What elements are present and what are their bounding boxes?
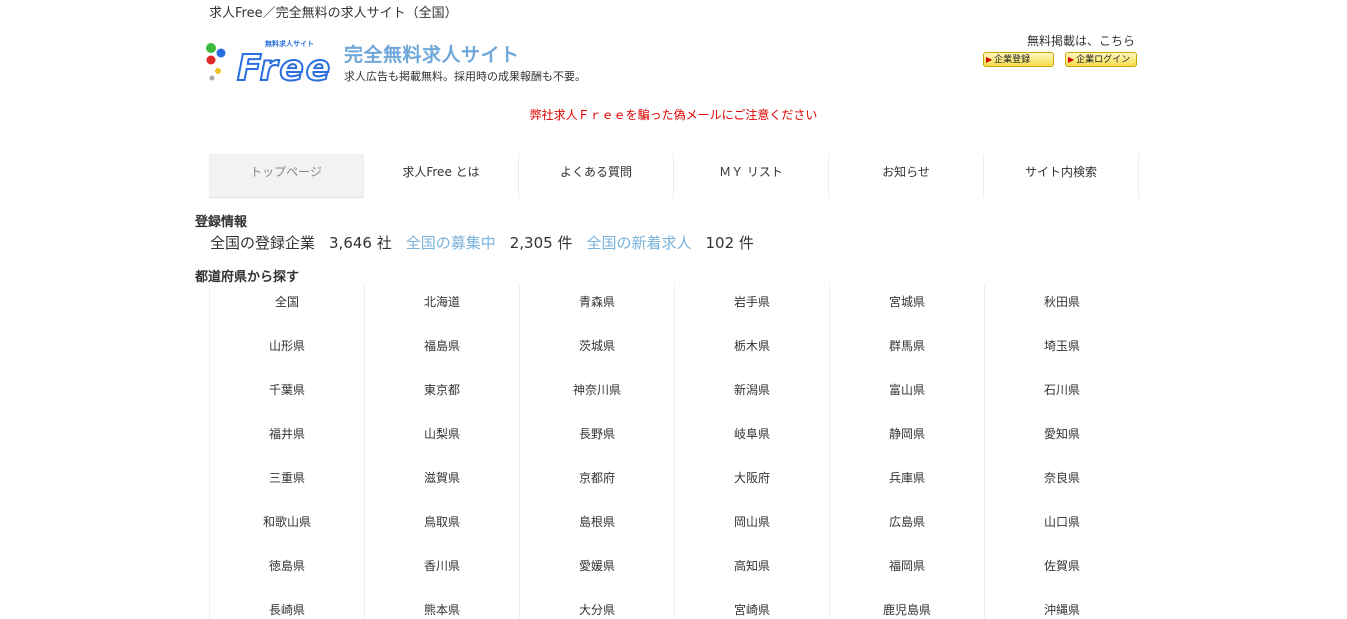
play-arrow-icon: ▶ [1068,55,1075,64]
logo-text: Free [237,48,332,86]
prefecture-link[interactable]: 千葉県 [209,372,364,416]
prefecture-link[interactable]: 滋賀県 [364,460,519,504]
prefecture-link[interactable]: 埼玉県 [984,328,1139,372]
prefecture-link[interactable]: 徳島県 [209,548,364,592]
prefecture-link[interactable]: 鳥取県 [364,504,519,548]
prefecture-link[interactable]: 全国 [209,284,364,328]
play-arrow-icon: ▶ [986,55,993,64]
prefecture-link[interactable]: 岐阜県 [674,416,829,460]
brand-subtitle: 求人広告も掲載無料。採用時の成果報酬も不要。 [344,70,586,83]
prefecture-link[interactable]: 三重県 [209,460,364,504]
company-login-label: 企業ログイン [1076,55,1131,65]
prefecture-search-title: 都道府県から探す [195,270,300,285]
nav-faq[interactable]: よくある質問 [519,154,674,198]
prefecture-link[interactable]: 山梨県 [364,416,519,460]
registration-stats: 全国の登録企業 3,646 社全国の募集中 2,305 件全国の新着求人 102 件 [210,232,768,253]
prefecture-link[interactable]: 富山県 [829,372,984,416]
prefecture-link[interactable]: 山口県 [984,504,1139,548]
prefecture-link[interactable]: 宮城県 [829,284,984,328]
prefecture-link[interactable]: 奈良県 [984,460,1139,504]
open-jobs-link[interactable]: 全国の募集中 [406,234,496,252]
prefecture-link[interactable]: 和歌山県 [209,504,364,548]
registration-info-title: 登録情報 [195,215,248,230]
prefecture-link[interactable]: 栃木県 [674,328,829,372]
prefecture-link[interactable]: 岡山県 [674,504,829,548]
prefecture-grid: 全国 北海道 青森県 岩手県 宮城県 秋田県山形県 福島県 茨城県 栃木県 群馬県 埼玉県千葉県 東京… [209,284,1140,619]
prefecture-link[interactable]: 福井県 [209,416,364,460]
prefecture-link[interactable]: 静岡県 [829,416,984,460]
prefecture-link[interactable]: 福島県 [364,328,519,372]
free-listing-note: 無料掲載は、こちら [1026,34,1135,48]
prefecture-link[interactable]: 広島県 [829,504,984,548]
prefecture-link[interactable]: 神奈川県 [519,372,674,416]
prefecture-link[interactable]: 秋田県 [984,284,1139,328]
prefecture-link[interactable]: 青森県 [519,284,674,328]
logo-graphic: 無料求人サイト Free [206,39,332,86]
prefecture-link[interactable]: 鹿児島県 [829,592,984,619]
nav-my-list[interactable]: ＭＹ リスト [674,154,829,198]
prefecture-link[interactable]: 福岡県 [829,548,984,592]
site-tagline: 求人Free／完全無料の求人サイト（全国） [209,6,458,21]
prefecture-link[interactable]: 長野県 [519,416,674,460]
prefecture-link[interactable]: 愛媛県 [519,548,674,592]
prefecture-link[interactable]: 北海道 [364,284,519,328]
prefecture-link[interactable]: 東京都 [364,372,519,416]
brand-title: 完全無料求人サイト [344,44,520,66]
prefecture-link[interactable]: 兵庫県 [829,460,984,504]
phishing-warning: 弊社求人Ｆｒｅｅを騙った偽メールにご注意ください [0,106,1347,123]
prefecture-link[interactable]: 長崎県 [209,592,364,619]
nav-news[interactable]: お知らせ [829,154,984,198]
prefecture-link[interactable]: 大分県 [519,592,674,619]
site-logo[interactable]: 無料求人サイト Free [203,36,335,86]
prefecture-link[interactable]: 高知県 [674,548,829,592]
company-register-button[interactable]: ▶ 企業登録 [983,52,1054,67]
main-nav: トップページ 求人Free とは よくある質問 ＭＹ リスト お知らせ サイト内… [209,154,1140,198]
prefecture-link[interactable]: 茨城県 [519,328,674,372]
prefecture-link[interactable]: 京都府 [519,460,674,504]
phishing-warning-text: 弊社求人Ｆｒｅｅを騙った偽メールにご注意ください [529,108,818,122]
new-jobs-link[interactable]: 全国の新着求人 [586,234,691,252]
prefecture-link[interactable]: 宮崎県 [674,592,829,619]
page: 求人Free／完全無料の求人サイト（全国） 無料求人サイト Free 完全無料求… [0,0,1347,619]
open-jobs-count: 2,305 件 [509,234,573,252]
nav-about[interactable]: 求人Free とは [364,154,519,198]
prefecture-link[interactable]: 山形県 [209,328,364,372]
company-login-button[interactable]: ▶ 企業ログイン [1065,52,1137,67]
prefecture-link[interactable]: 岩手県 [674,284,829,328]
nav-site-search[interactable]: サイト内検索 [984,154,1139,198]
prefecture-link[interactable]: 愛知県 [984,416,1139,460]
prefecture-link[interactable]: 佐賀県 [984,548,1139,592]
prefecture-link[interactable]: 新潟県 [674,372,829,416]
company-register-label: 企業登録 [994,55,1031,65]
logo-small-text: 無料求人サイト [265,39,314,48]
prefecture-link[interactable]: 石川県 [984,372,1139,416]
prefecture-link[interactable]: 沖縄県 [984,592,1139,619]
registered-companies-count: 3,646 社 [329,234,392,252]
new-jobs-count: 102 件 [705,234,754,252]
prefecture-link[interactable]: 大阪府 [674,460,829,504]
prefecture-link[interactable]: 香川県 [364,548,519,592]
nav-top-page[interactable]: トップページ [209,154,364,198]
prefecture-link[interactable]: 群馬県 [829,328,984,372]
registered-companies-label: 全国の登録企業 [210,234,316,252]
prefecture-link[interactable]: 熊本県 [364,592,519,619]
prefecture-link[interactable]: 島根県 [519,504,674,548]
